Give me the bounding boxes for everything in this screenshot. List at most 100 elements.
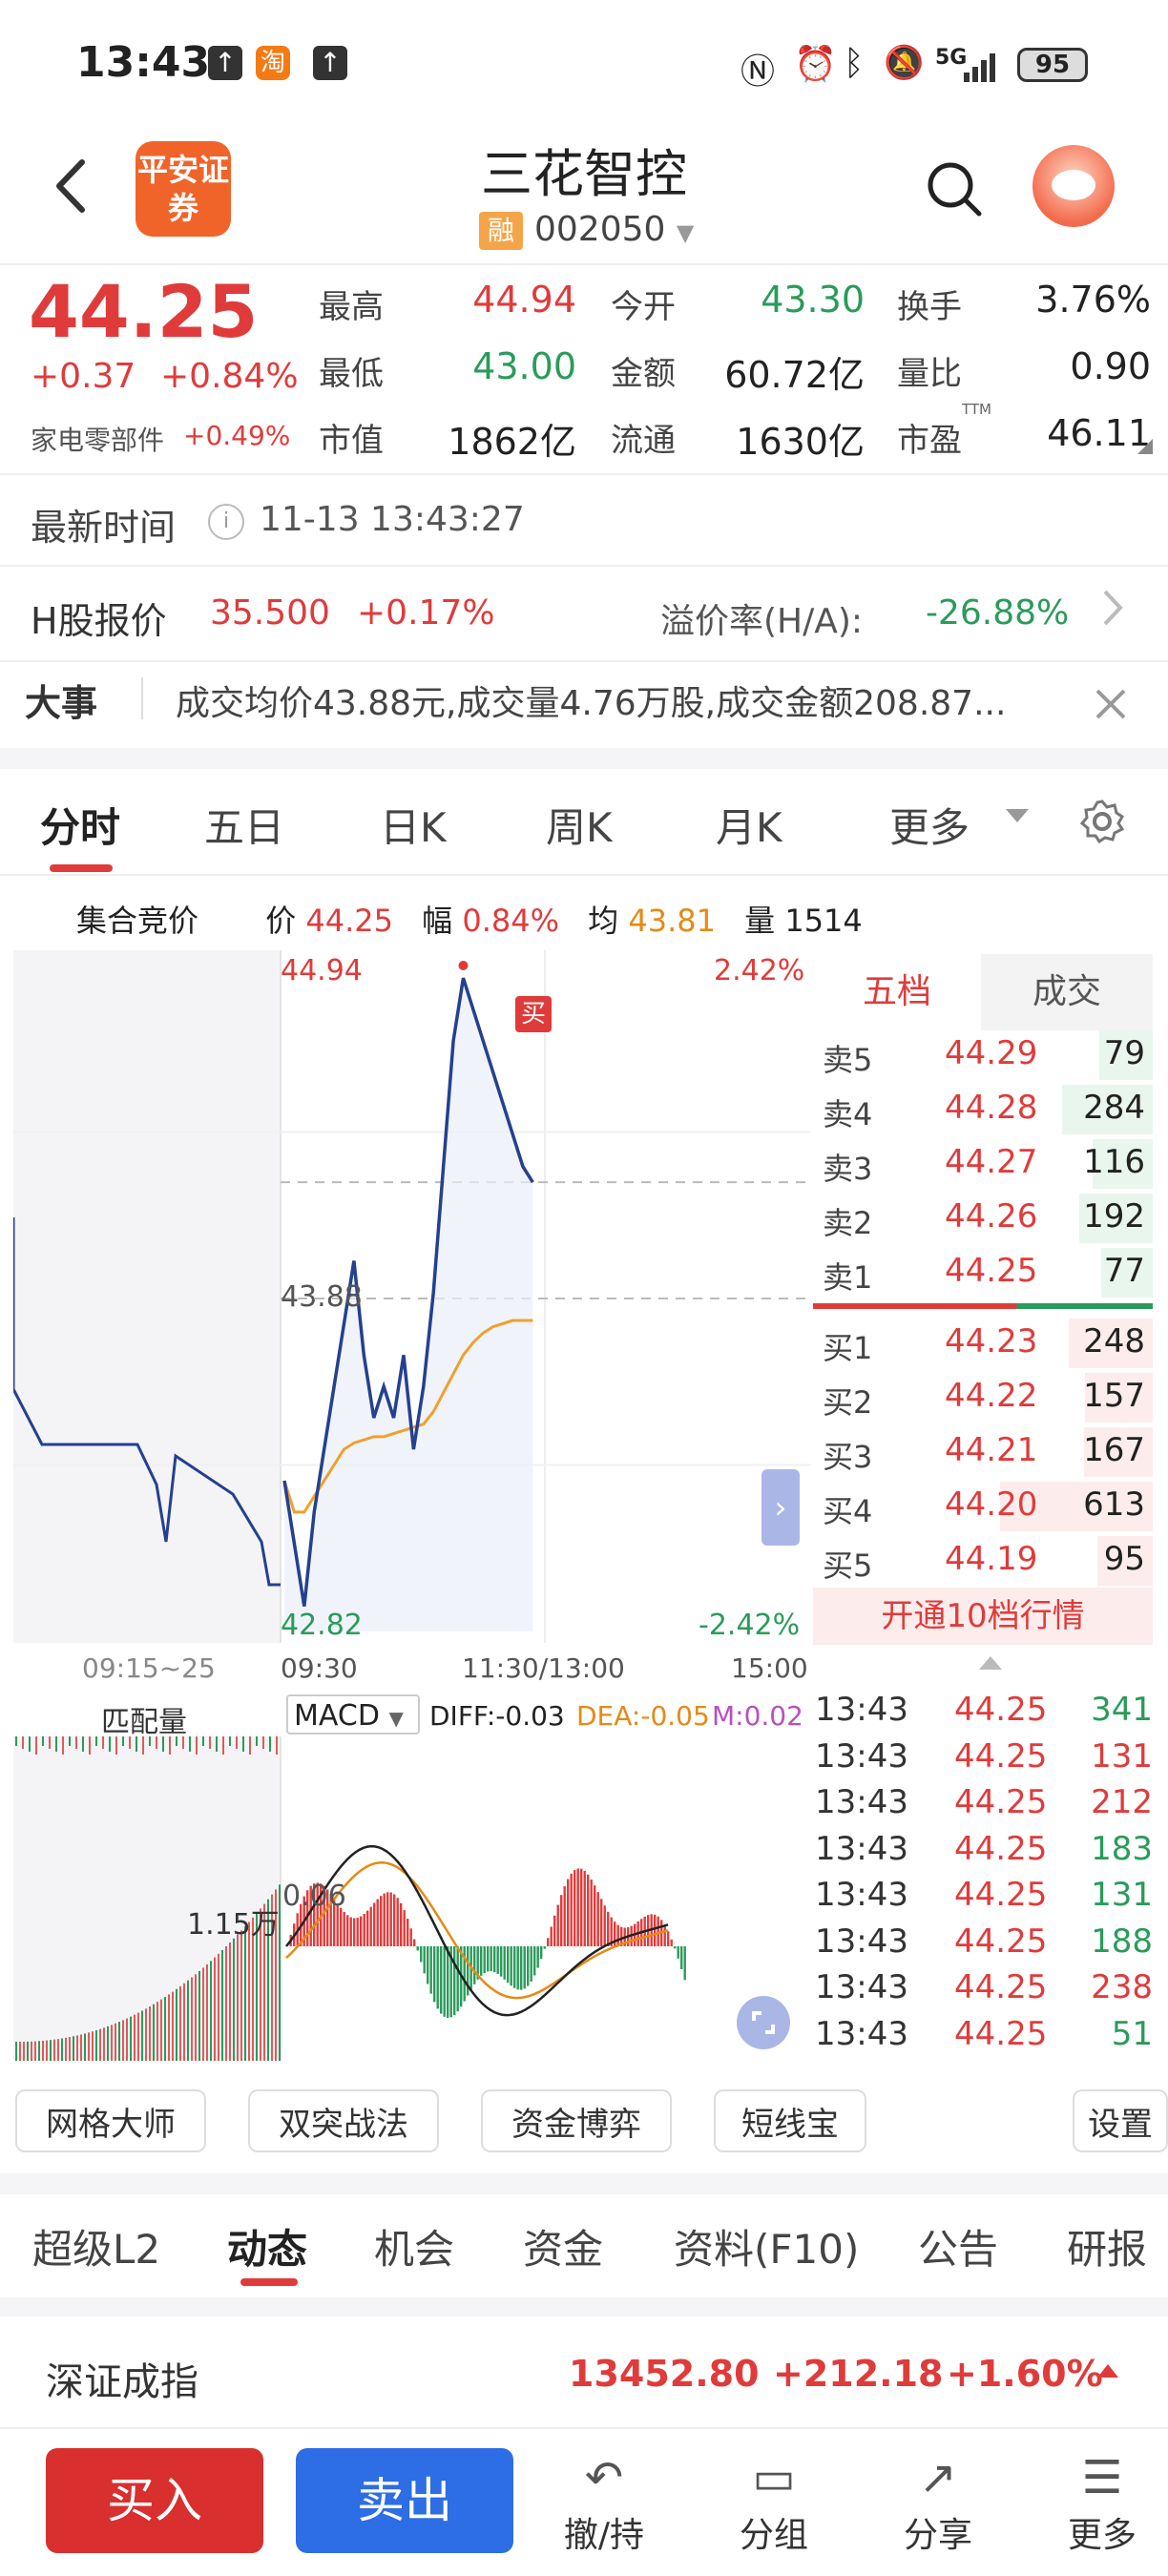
trade-time: 13:43 xyxy=(815,1968,908,2006)
macd-bar xyxy=(576,1868,579,1946)
match-top-bar xyxy=(242,1736,244,1752)
match-bar xyxy=(34,2041,36,2061)
macd-bar xyxy=(600,1899,603,1946)
bottom-action-button[interactable]: ☰ 更多 xyxy=(1050,2448,1155,2563)
margin-tag: 融 xyxy=(479,212,523,250)
close-icon[interactable] xyxy=(1092,685,1130,727)
info-tab[interactable]: 超级L2 xyxy=(32,2217,160,2275)
match-bar xyxy=(46,2040,48,2061)
quote-field-label: 换手 xyxy=(897,288,962,326)
info-tab[interactable]: 资金 xyxy=(523,2217,603,2275)
match-bar xyxy=(233,1938,235,2061)
bluetooth-icon: ᛒ xyxy=(844,44,865,83)
search-button[interactable] xyxy=(924,158,985,219)
trade-time: 13:43 xyxy=(815,1876,908,1914)
info-tab[interactable]: 动态 xyxy=(227,2217,307,2275)
match-bar xyxy=(244,1925,246,2061)
match-top-bar xyxy=(62,1736,64,1755)
chart-tab[interactable]: 周K xyxy=(546,796,613,854)
upload-icon-2: ↑ xyxy=(313,46,347,80)
match-bar xyxy=(137,2012,139,2061)
range-label: 幅 xyxy=(422,903,453,939)
price-chart[interactable] xyxy=(13,950,811,1643)
match-bar xyxy=(156,2002,158,2061)
macd-bar xyxy=(353,1918,356,1946)
dropdown-icon: ▼ xyxy=(388,1707,404,1730)
bottom-action-button[interactable]: ↶ 撤/持 xyxy=(552,2448,657,2563)
macd-bar xyxy=(407,1919,409,1946)
macd-bar xyxy=(680,1946,683,1969)
chart-tab[interactable]: 五日 xyxy=(204,796,284,854)
macd-bar xyxy=(356,1918,359,1946)
buy-marker[interactable]: 买 xyxy=(515,996,552,1032)
tool-button[interactable]: 资金博弈 xyxy=(481,2089,672,2152)
undo-icon: ↶ xyxy=(584,2451,624,2504)
book-price: 44.27 xyxy=(945,1143,1038,1181)
settings-gear-icon[interactable] xyxy=(1078,798,1126,849)
trade-time: 13:43 xyxy=(815,1736,908,1776)
match-top-bar xyxy=(49,1736,51,1749)
sector-pct: +0.49% xyxy=(183,420,291,451)
trade-qty: 51 xyxy=(1111,2014,1153,2053)
match-bar xyxy=(103,2027,105,2061)
sector-name[interactable]: 家电零部件 xyxy=(31,420,164,458)
h-share-pct: +0.17% xyxy=(357,593,495,633)
match-bar xyxy=(84,2033,86,2061)
match-bar xyxy=(107,2025,109,2061)
match-top-bar xyxy=(89,1736,91,1755)
bottom-action-button[interactable]: ↗ 分享 xyxy=(886,2448,991,2563)
macd-bar xyxy=(654,1914,657,1946)
info-tab[interactable]: 资料(F10) xyxy=(674,2217,859,2275)
tab-order-book[interactable]: 五档 xyxy=(813,954,981,1030)
tool-button[interactable]: 网格大师 xyxy=(15,2089,206,2152)
trade-time: 13:43 xyxy=(815,1783,908,1821)
news-text[interactable]: 成交均价43.88元,成交量4.76万股,成交金额208.87... xyxy=(176,675,1082,725)
tool-button[interactable]: 短线宝 xyxy=(714,2089,866,2152)
match-top-bar xyxy=(209,1736,211,1749)
chart-tab[interactable]: 日K xyxy=(380,796,447,854)
bottom-action-button[interactable]: ▭ 分组 xyxy=(721,2448,826,2563)
book-divider xyxy=(813,1303,1153,1309)
macd-bar xyxy=(567,1879,570,1946)
trade-time: 13:43 xyxy=(815,2014,908,2053)
info-icon[interactable]: i xyxy=(208,504,244,540)
settings-button[interactable]: 设置 xyxy=(1073,2089,1168,2152)
menu-icon: ☰ xyxy=(1081,2451,1123,2504)
match-bar xyxy=(92,2031,94,2061)
tool-button[interactable]: 双突战法 xyxy=(248,2089,439,2152)
signal-icon xyxy=(964,48,1002,82)
match-bar xyxy=(38,2041,40,2061)
chart-tab[interactable]: 分时 xyxy=(40,796,120,854)
tab-trades[interactable]: 成交 xyxy=(981,954,1153,1030)
macd-bar xyxy=(496,1946,499,1974)
match-top-bar xyxy=(55,1736,57,1752)
macd-bar xyxy=(540,1946,543,1960)
info-tab[interactable]: 公告 xyxy=(918,2217,998,2275)
match-bar xyxy=(111,2025,113,2061)
macd-chart[interactable] xyxy=(13,1736,811,2061)
macd-selector[interactable]: MACD ▼ xyxy=(286,1694,420,1735)
match-top-bar xyxy=(75,1736,77,1749)
chart-tab[interactable]: 更多 xyxy=(889,796,970,854)
chart-tab[interactable]: 月K xyxy=(716,796,782,854)
expand-panel-button[interactable]: › xyxy=(761,1469,800,1546)
info-tab[interactable]: 研报 xyxy=(1067,2217,1147,2275)
match-top-bar xyxy=(162,1736,164,1752)
macd-bar xyxy=(416,1946,419,1951)
match-bar xyxy=(179,1985,181,2061)
buy-button[interactable]: 买入 xyxy=(46,2448,263,2553)
macd-bar xyxy=(389,1892,392,1946)
sell-button[interactable]: 卖出 xyxy=(296,2448,513,2553)
match-top-bar xyxy=(29,1736,31,1752)
fullscreen-button[interactable] xyxy=(737,1996,790,2049)
chart-low-pct: -2.42% xyxy=(699,1609,801,1642)
scroll-up-icon[interactable] xyxy=(979,1656,1002,1670)
open-level2-button[interactable]: 开通10档行情 xyxy=(813,1588,1153,1645)
avatar[interactable] xyxy=(1032,145,1115,227)
match-top-bar xyxy=(115,1736,117,1755)
info-tab[interactable]: 机会 xyxy=(374,2217,454,2275)
book-qty: 192 xyxy=(1083,1197,1145,1236)
index-name: 深证成指 xyxy=(46,2360,198,2404)
stock-code-selector[interactable]: 002050 ▼ xyxy=(534,210,694,249)
premium-label: 溢价率(H/A): xyxy=(660,602,864,641)
